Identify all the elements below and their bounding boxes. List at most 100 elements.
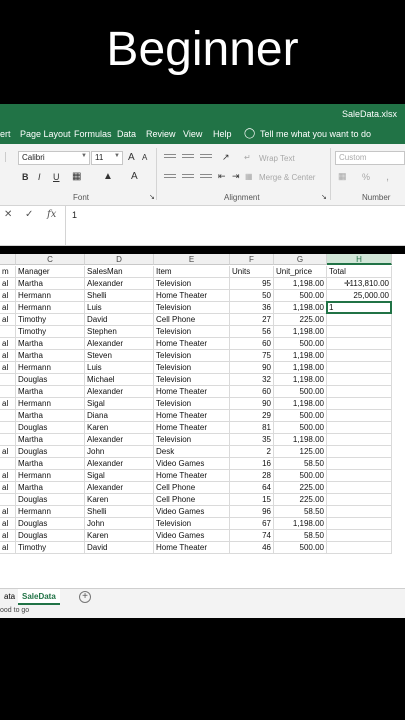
- cell[interactable]: 2: [230, 446, 274, 458]
- cell[interactable]: 64: [230, 482, 274, 494]
- cell[interactable]: 96: [230, 506, 274, 518]
- borders-icon[interactable]: ▦: [72, 171, 81, 182]
- increase-indent-icon[interactable]: ⇥: [232, 171, 240, 182]
- tab-insert[interactable]: ert: [0, 129, 11, 139]
- cell[interactable]: Alexander: [85, 482, 154, 494]
- cell[interactable]: Martha: [16, 482, 85, 494]
- cell[interactable]: John: [85, 518, 154, 530]
- cell[interactable]: Hermann: [16, 290, 85, 302]
- cell[interactable]: Shelli: [85, 506, 154, 518]
- tab-formulas[interactable]: Formulas: [74, 129, 112, 139]
- cell[interactable]: Alexander: [85, 458, 154, 470]
- cell[interactable]: 58.50: [274, 458, 327, 470]
- cell[interactable]: [327, 506, 392, 518]
- align-middle-icon[interactable]: [182, 154, 194, 162]
- cell[interactable]: Steven: [85, 350, 154, 362]
- cell[interactable]: [327, 494, 392, 506]
- cell[interactable]: Douglas: [16, 422, 85, 434]
- cell[interactable]: al: [0, 302, 16, 314]
- tab-view[interactable]: View: [183, 129, 202, 139]
- percent-button[interactable]: %: [362, 172, 370, 182]
- cell[interactable]: 113,810.00: [327, 278, 392, 290]
- column-header-e[interactable]: E: [154, 254, 230, 265]
- cell[interactable]: Unit_price: [274, 266, 327, 278]
- cell[interactable]: Home Theater: [154, 386, 230, 398]
- orientation-icon[interactable]: ↗: [222, 152, 230, 163]
- align-center-icon[interactable]: [182, 174, 194, 182]
- tab-data[interactable]: Data: [117, 129, 136, 139]
- cell[interactable]: [327, 542, 392, 554]
- cell[interactable]: [327, 398, 392, 410]
- column-header-h[interactable]: H: [327, 254, 392, 265]
- cell[interactable]: 56: [230, 326, 274, 338]
- cell[interactable]: Home Theater: [154, 422, 230, 434]
- cell[interactable]: Shelli: [85, 290, 154, 302]
- cell[interactable]: m: [0, 266, 16, 278]
- cell[interactable]: [327, 434, 392, 446]
- align-bottom-icon[interactable]: [200, 154, 212, 162]
- cell[interactable]: Martha: [16, 338, 85, 350]
- cell[interactable]: 225.00: [274, 494, 327, 506]
- cell[interactable]: Television: [154, 518, 230, 530]
- cell[interactable]: Martha: [16, 386, 85, 398]
- cell[interactable]: Martha: [16, 278, 85, 290]
- cell[interactable]: Martha: [16, 458, 85, 470]
- cell[interactable]: al: [0, 338, 16, 350]
- cell[interactable]: 225.00: [274, 482, 327, 494]
- cell[interactable]: 36: [230, 302, 274, 314]
- cell[interactable]: Timothy: [16, 542, 85, 554]
- worksheet-grid[interactable]: C D E F G Hm Manager SalesMan Item Units Unit_pric…: [0, 254, 405, 588]
- cell[interactable]: Television: [154, 302, 230, 314]
- cell[interactable]: 1,198.00: [274, 302, 327, 314]
- cell[interactable]: al: [0, 350, 16, 362]
- cell[interactable]: Luis: [85, 362, 154, 374]
- fill-color-icon[interactable]: ▲: [103, 171, 113, 182]
- cell[interactable]: Martha: [16, 350, 85, 362]
- italic-button[interactable]: I: [38, 172, 41, 182]
- cell[interactable]: Hermann: [16, 302, 85, 314]
- cell[interactable]: [327, 518, 392, 530]
- column-header-b[interactable]: [0, 254, 16, 265]
- cell[interactable]: [327, 482, 392, 494]
- cell[interactable]: Douglas: [16, 446, 85, 458]
- column-header-g[interactable]: G: [274, 254, 327, 265]
- cell[interactable]: 50: [230, 290, 274, 302]
- sheet-tab-saledata[interactable]: SaleData: [18, 589, 60, 605]
- cell[interactable]: al: [0, 290, 16, 302]
- font-name-select[interactable]: Calibri ▼: [18, 151, 90, 165]
- cell[interactable]: Item: [154, 266, 230, 278]
- cell[interactable]: Douglas: [16, 374, 85, 386]
- cell[interactable]: al: [0, 398, 16, 410]
- cell[interactable]: Home Theater: [154, 470, 230, 482]
- cell[interactable]: [327, 386, 392, 398]
- cell[interactable]: [327, 446, 392, 458]
- cell[interactable]: Hermann: [16, 362, 85, 374]
- decrease-indent-icon[interactable]: ⇤: [218, 171, 226, 182]
- wrap-text-button[interactable]: Wrap Text: [259, 154, 295, 163]
- cell[interactable]: 1,198.00: [274, 278, 327, 290]
- bold-button[interactable]: B: [22, 172, 29, 182]
- cell[interactable]: 16: [230, 458, 274, 470]
- cell[interactable]: 32: [230, 374, 274, 386]
- cell[interactable]: [0, 494, 16, 506]
- cell[interactable]: 1,198.00: [274, 326, 327, 338]
- cell[interactable]: Luis: [85, 302, 154, 314]
- cell[interactable]: Martha: [16, 410, 85, 422]
- grow-font-button[interactable]: A: [128, 152, 135, 163]
- align-top-icon[interactable]: [164, 154, 176, 162]
- cell[interactable]: al: [0, 362, 16, 374]
- cell[interactable]: Video Games: [154, 506, 230, 518]
- tab-review[interactable]: Review: [146, 129, 176, 139]
- insert-function-button[interactable]: fx: [47, 209, 56, 220]
- cell[interactable]: 95: [230, 278, 274, 290]
- cell[interactable]: John: [85, 446, 154, 458]
- cell[interactable]: 90: [230, 362, 274, 374]
- cell[interactable]: al: [0, 530, 16, 542]
- cell[interactable]: Alexander: [85, 434, 154, 446]
- cell[interactable]: SalesMan: [85, 266, 154, 278]
- cell[interactable]: 75: [230, 350, 274, 362]
- formula-input[interactable]: 1: [72, 210, 77, 220]
- cell[interactable]: 500.00: [274, 410, 327, 422]
- cell[interactable]: Home Theater: [154, 410, 230, 422]
- cell[interactable]: Karen: [85, 530, 154, 542]
